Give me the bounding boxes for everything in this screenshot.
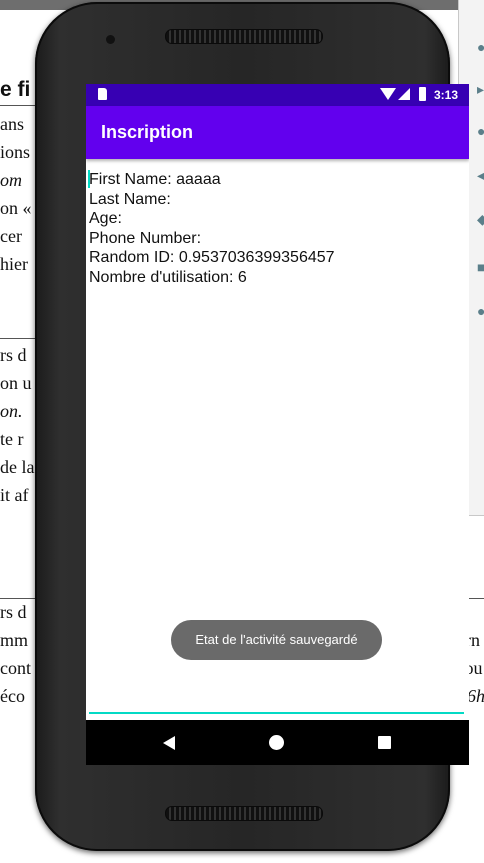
sd-card-icon (98, 88, 107, 100)
front-camera (106, 35, 115, 44)
doc-rule-2 (0, 338, 36, 339)
doc-line: de la (0, 457, 35, 477)
doc-line: rs d (0, 602, 27, 622)
panel-tool-icon[interactable]: ● (477, 124, 484, 138)
doc-line: on « (0, 198, 32, 218)
doc-line: cont (0, 658, 31, 678)
usage-count-line: Nombre d'utilisation: 6 (89, 268, 247, 286)
doc-line: on. (0, 401, 23, 421)
navigation-bar (86, 720, 469, 765)
doc-rule-1 (0, 105, 36, 106)
signal-icon (398, 88, 410, 100)
inscription-text-area[interactable]: First Name: aaaaa Last Name: Age: Phone … (89, 170, 335, 287)
doc-line: mm (0, 630, 29, 650)
doc-line: ans (0, 114, 24, 134)
panel-tool-icon[interactable]: ● (477, 304, 484, 318)
last-name-line: Last Name: (89, 190, 171, 208)
status-time: 3:13 (434, 88, 459, 102)
panel-tool-icon[interactable]: ■ (477, 260, 484, 274)
doc-line: cer (0, 226, 22, 246)
doc-line: ions (0, 142, 31, 162)
age-line: Age: (89, 210, 122, 227)
toast-message: Etat de l'activité sauvegardé (171, 620, 382, 660)
doc-line: on u (0, 373, 32, 393)
doc-line: it af (0, 485, 29, 505)
app-title: Inscription (101, 122, 194, 142)
doc-line: om (0, 170, 22, 190)
panel-tool-icon[interactable]: ◆ (477, 212, 484, 226)
top-speaker (165, 29, 323, 44)
doc-line: hier (0, 254, 28, 274)
doc-line: éco (0, 686, 25, 706)
first-name-line: First Name: aaaaa (89, 171, 221, 188)
recents-square-icon[interactable] (378, 736, 391, 749)
panel-tool-icon[interactable]: ◂ (477, 168, 484, 182)
doc-line: rs d (0, 345, 27, 365)
home-circle-icon[interactable] (269, 735, 284, 750)
random-id-line: Random ID: 0.9537036399356457 (89, 249, 335, 266)
back-triangle-icon[interactable] (163, 736, 175, 750)
battery-charging-icon (419, 87, 426, 101)
panel-tool-icon[interactable]: ● (477, 40, 484, 54)
phone-emulator-frame: 3:13 Inscription First Name: aaaaa Last … (35, 2, 469, 851)
phone-number-line: Phone Number: (89, 229, 202, 247)
device-screen: 3:13 Inscription First Name: aaaaa Last … (86, 84, 469, 765)
doc-rule-3 (0, 598, 36, 599)
bottom-speaker (165, 806, 323, 821)
text-field-underline (89, 712, 464, 714)
app-toolbar: Inscription (86, 106, 469, 159)
wifi-icon (380, 88, 396, 100)
panel-tool-icon[interactable]: ▸ (477, 82, 484, 96)
status-bar: 3:13 (86, 84, 469, 106)
doc-heading: e fi (0, 78, 31, 101)
doc-line: te r (0, 429, 24, 449)
